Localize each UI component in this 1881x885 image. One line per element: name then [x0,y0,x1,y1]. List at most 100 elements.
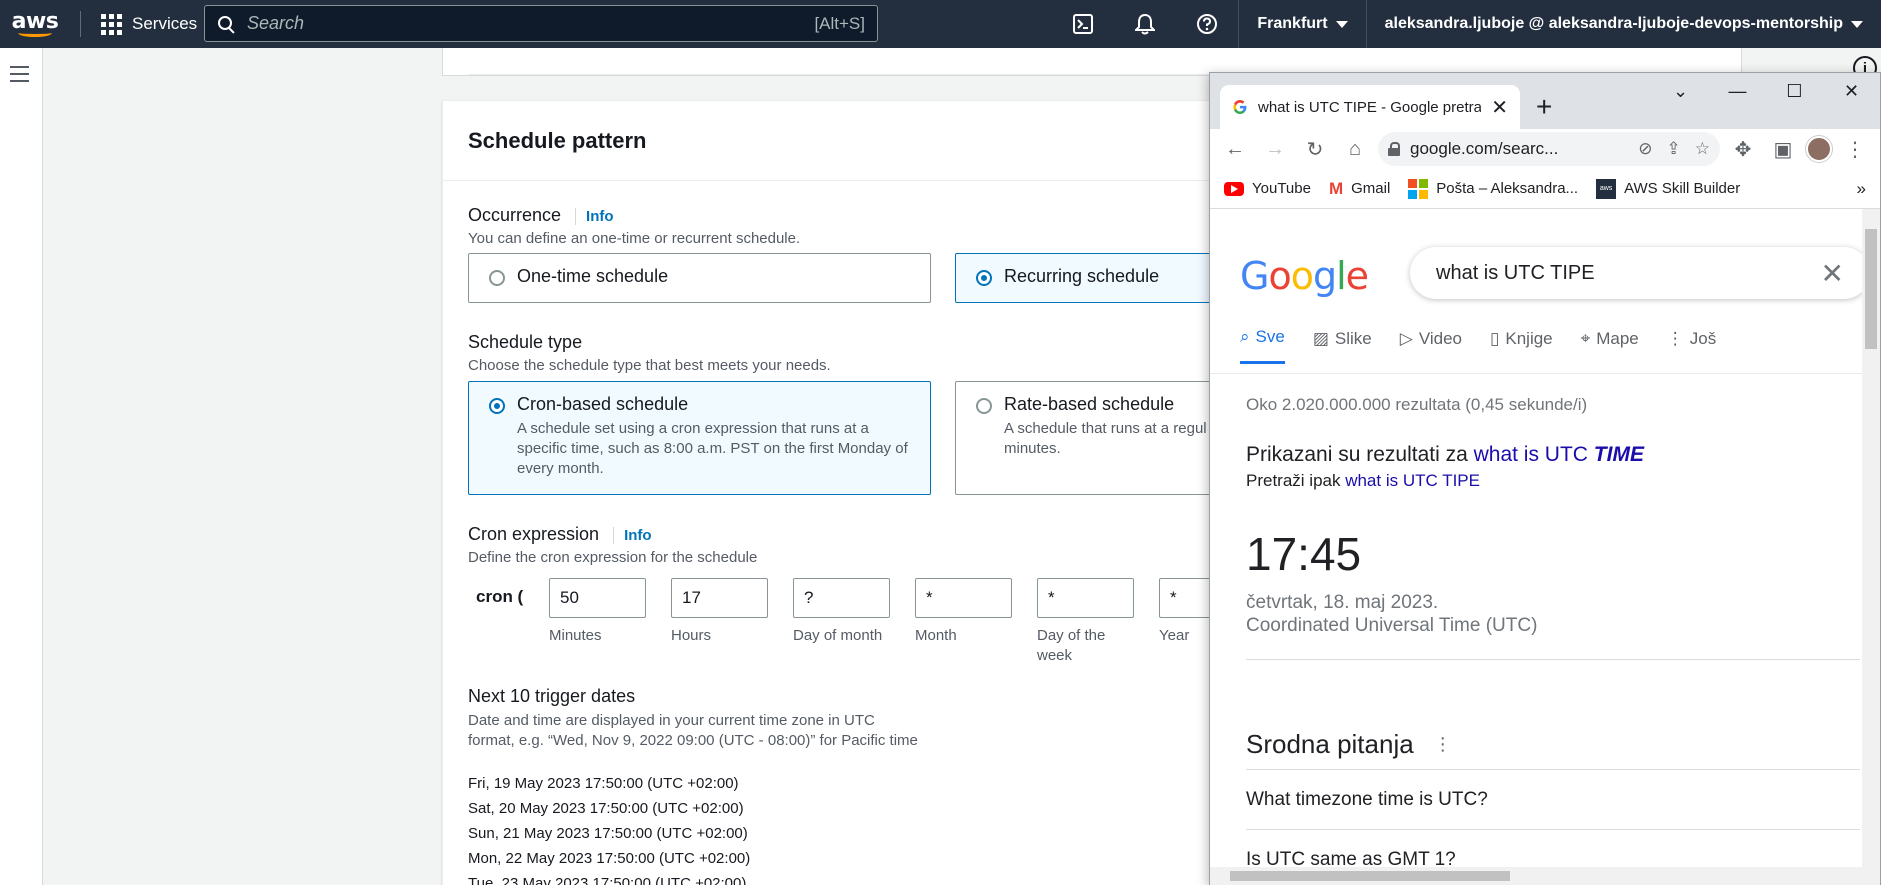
search-instead: Pretraži ipak what is UTC TIPE [1246,471,1480,490]
hamburger-menu-icon[interactable] [10,66,29,87]
trigger-dates-list: Fri, 19 May 2023 17:50:00 (UTC +02:00) S… [468,771,918,885]
gmail-icon: M [1328,178,1344,198]
extensions-icon[interactable]: ✥ [1726,132,1760,166]
radio-button[interactable] [976,398,992,414]
forward-icon[interactable]: → [1258,132,1292,166]
tab-slike[interactable]: ▨ Slike [1313,327,1372,364]
address-bar[interactable]: google.com/searc... ⊘ ⇪ ☆ [1378,132,1720,166]
bookmark-aws-skill-builder[interactable]: aws AWS Skill Builder [1596,178,1740,199]
tab-jos[interactable]: ⋮ Još [1667,327,1716,364]
vertical-scrollbar[interactable] [1862,209,1880,885]
caret-down-icon [1851,20,1863,28]
one-time-schedule-option[interactable]: One-time schedule [468,253,931,303]
share-icon[interactable]: ⇪ [1667,139,1681,159]
radio-button-selected[interactable] [976,270,992,286]
close-tab-icon[interactable]: ✕ [1491,95,1508,120]
bookmark-posta[interactable]: Pošta – Aleksandra... [1408,178,1578,199]
trigger-date-item: Sun, 21 May 2023 17:50:00 (UTC +02:00) [468,825,748,842]
recurring-schedule-label: Recurring schedule [1004,266,1160,286]
google-search-box[interactable]: ✕ [1410,247,1870,299]
region-selector[interactable]: Frankfurt [1238,0,1365,48]
chrome-tabstrip: what is UTC TIPE - Google pretraž ✕ + ⌄ … [1210,73,1880,129]
more-options-icon[interactable]: ⋮ [1434,734,1452,755]
related-questions-header: Srodna pitanja ⋮ [1246,729,1452,760]
profile-avatar[interactable] [1806,136,1832,162]
cron-expression-section: Cron expression Info Define the cron exp… [468,524,757,566]
cron-expression-description: Define the cron expression for the sched… [468,549,758,566]
cron-day-of-week-field: Day of the week [1037,578,1134,666]
cron-expression-label: Cron expression [468,524,600,544]
bell-icon [1135,13,1156,35]
aws-smile-icon [18,29,52,37]
lock-icon [1388,142,1400,156]
chrome-menu-icon[interactable]: ⋮ [1838,132,1872,166]
bookmark-gmail[interactable]: M Gmail [1329,179,1390,199]
services-menu-button[interactable]: Services [91,13,207,35]
browser-tab[interactable]: what is UTC TIPE - Google pretraž ✕ [1220,85,1520,129]
back-icon[interactable]: ← [1218,132,1252,166]
tab-sve[interactable]: ⌕ Sve [1240,327,1285,364]
rate-based-schedule-description: A schedule that runs at a regul minutes. [1004,420,1207,457]
close-window-icon[interactable]: ✕ [1823,73,1880,109]
aws-search-bar[interactable]: [Alt+S] [204,5,878,42]
home-icon[interactable]: ⌂ [1338,132,1372,166]
chrome-window: what is UTC TIPE - Google pretraž ✕ + ⌄ … [1209,72,1881,885]
search-icon: ⌕ [1240,327,1250,346]
occurrence-info-link[interactable]: Info [575,208,614,225]
minimize-icon[interactable]: — [1709,73,1766,109]
radio-button[interactable] [489,270,505,286]
aws-icon: aws [1596,178,1617,199]
utc-time: 17:45 [1246,528,1362,580]
radio-button-selected[interactable] [489,398,505,414]
bookmark-star-icon[interactable]: ☆ [1695,139,1710,159]
original-query-link[interactable]: what is UTC TIPE [1345,471,1480,490]
caret-down-icon [1335,20,1348,28]
cloudshell-icon [1073,14,1094,34]
reload-icon[interactable]: ↻ [1298,132,1332,166]
cron-based-schedule-option[interactable]: Cron-based schedule A schedule set using… [468,381,931,495]
blocked-cookies-icon[interactable]: ⊘ [1638,139,1652,159]
account-menu[interactable]: aleksandra.ljuboje @ aleksandra-ljuboje-… [1365,0,1881,48]
cron-minutes-input[interactable] [549,578,646,618]
cloudshell-button[interactable] [1052,0,1114,48]
cron-hours-input[interactable] [671,578,768,618]
tab-knjige[interactable]: ▯ Knjige [1490,327,1553,364]
video-icon: ▷ [1399,328,1413,348]
tab-video[interactable]: ▷ Video [1400,327,1462,364]
trigger-dates-section: Next 10 trigger dates Date and time are … [468,686,918,885]
grid-icon [101,13,122,35]
side-panel-icon[interactable]: ▣ [1766,132,1800,166]
aws-logo[interactable]: aws [0,0,70,48]
trigger-date-item: Sat, 20 May 2023 17:50:00 (UTC +02:00) [468,800,744,817]
cron-month-label: Month [915,627,957,644]
maximize-icon[interactable]: ☐ [1766,73,1823,109]
cron-day-of-week-input[interactable] [1037,578,1134,618]
notifications-button[interactable] [1114,0,1176,48]
cron-month-input[interactable] [915,578,1012,618]
tab-mape[interactable]: ⌖ Mape [1581,327,1639,364]
cron-day-of-month-input[interactable] [793,578,890,618]
search-icon [217,15,235,33]
corrected-query-link[interactable]: what is UTC TIME [1474,443,1644,466]
utc-date: četvrtak, 18. maj 2023. Coordinated Unive… [1246,592,1538,636]
cron-hours-label: Hours [671,627,712,644]
cron-based-schedule-label: Cron-based schedule [517,394,689,414]
clear-search-icon[interactable]: ✕ [1821,257,1844,290]
google-search-input[interactable] [1436,261,1821,285]
tab-search-icon[interactable]: ⌄ [1652,73,1709,109]
bookmark-youtube[interactable]: YouTube [1224,180,1311,197]
help-button[interactable] [1176,0,1238,48]
related-question-item[interactable]: What timezone time is UTC? [1246,789,1488,811]
cron-minutes-field: Minutes [549,578,646,646]
image-icon: ▨ [1312,328,1329,348]
more-bookmarks-icon[interactable]: » [1857,179,1866,199]
related-questions-title: Srodna pitanja [1246,729,1414,759]
new-tab-button[interactable]: + [1536,91,1552,123]
aws-search-input[interactable] [247,13,815,34]
trigger-date-item: Fri, 19 May 2023 17:50:00 (UTC +02:00) [468,775,739,792]
horizontal-scrollbar[interactable] [1210,867,1862,885]
cron-expression-info-link[interactable]: Info [613,527,652,544]
schedule-pattern-title: Schedule pattern [468,127,647,153]
google-logo[interactable]: Google [1240,254,1369,298]
schedule-type-description: Choose the schedule type that best meets… [468,357,831,374]
